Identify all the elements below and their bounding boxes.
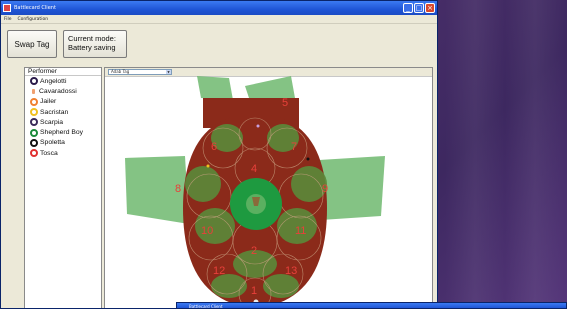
wing-top-left xyxy=(197,76,233,100)
menu-bar: File Configuration xyxy=(1,15,437,24)
ring-icon xyxy=(30,108,38,117)
toolbar: Swap Tag Current mode: Battery saving xyxy=(1,24,437,64)
tag-marker[interactable] xyxy=(206,164,210,168)
performer-item[interactable]: Scarpia xyxy=(25,117,101,127)
performer-name: Angelotti xyxy=(40,77,67,85)
performer-item[interactable]: Angelotti xyxy=(25,76,101,86)
second-window-title: Battlecard Client xyxy=(189,304,223,309)
ring-icon xyxy=(30,77,38,86)
zone-label: 4 xyxy=(251,163,257,175)
zone-label: 6 xyxy=(211,141,217,153)
menu-file[interactable]: File xyxy=(4,17,12,22)
performer-item[interactable]: Shepherd Boy xyxy=(25,127,101,137)
performer-item[interactable]: Tosca xyxy=(25,148,101,158)
ring-icon xyxy=(30,128,38,137)
performer-name: Tosca xyxy=(40,149,58,157)
ring-icon xyxy=(30,97,38,106)
performer-item[interactable]: Cavaradossi xyxy=(25,86,101,96)
ring-icon xyxy=(30,138,38,147)
performer-item[interactable]: Spoletta xyxy=(25,138,101,148)
performer-item[interactable]: Sacristan xyxy=(25,107,101,117)
performer-name: Sacristan xyxy=(40,108,69,116)
mode-value: Battery saving xyxy=(68,43,116,52)
tag-marker[interactable] xyxy=(256,124,260,128)
zone-label: 5 xyxy=(282,97,288,109)
wing-right xyxy=(319,156,385,220)
zone-shape xyxy=(263,274,299,298)
performer-name: Jailer xyxy=(40,98,57,106)
current-mode-button[interactable]: Current mode: Battery saving xyxy=(63,30,127,58)
performer-name: Shepherd Boy xyxy=(40,129,84,137)
performer-list: Performer Angelotti Cavaradossi Jailer Sacr… xyxy=(24,67,102,308)
performer-name: Spoletta xyxy=(40,139,65,147)
zone-label: 11 xyxy=(295,225,306,237)
stage-map[interactable]: Adab Tag ▼ 1 2 4 5 6 7 8 9 10 11 12 13 xyxy=(104,67,433,308)
mode-label: Current mode: xyxy=(68,34,116,43)
stage-diagram[interactable]: 1 2 4 5 6 7 8 9 10 11 12 13 xyxy=(105,68,432,308)
tag-marker[interactable] xyxy=(306,157,310,161)
small-tag-icon xyxy=(32,88,35,94)
title-bar[interactable]: Battlecard Client _ □ × xyxy=(1,1,437,15)
zone-label: 12 xyxy=(213,265,225,277)
menu-configuration[interactable]: Configuration xyxy=(18,17,49,22)
zone-shape xyxy=(211,274,247,298)
desktop-decor xyxy=(505,0,565,309)
ring-icon xyxy=(30,149,38,158)
close-button[interactable]: × xyxy=(425,3,435,13)
zone-label: 9 xyxy=(322,183,328,195)
maximize-button[interactable]: □ xyxy=(414,3,424,13)
performer-item[interactable]: Jailer xyxy=(25,97,101,107)
zone-label: 13 xyxy=(285,265,297,277)
ring-icon xyxy=(30,118,38,127)
zone-label: 8 xyxy=(175,183,181,195)
zone-label: 10 xyxy=(201,225,213,237)
performer-header: Performer xyxy=(25,68,101,76)
minimize-button[interactable]: _ xyxy=(403,3,413,13)
zone-label: 2 xyxy=(251,245,257,257)
window-title: Battlecard Client xyxy=(14,5,56,11)
zone-label: 1 xyxy=(251,285,257,297)
desktop-decor xyxy=(445,0,505,309)
app-icon xyxy=(3,4,11,12)
performer-name: Scarpia xyxy=(40,118,64,126)
swap-tag-button[interactable]: Swap Tag xyxy=(7,30,57,58)
app-window: Battlecard Client _ □ × File Configurati… xyxy=(0,0,438,309)
second-window-titlebar[interactable]: Battlecard Client xyxy=(176,302,567,309)
performer-name: Cavaradossi xyxy=(39,87,77,95)
zone-label: 7 xyxy=(291,141,297,153)
